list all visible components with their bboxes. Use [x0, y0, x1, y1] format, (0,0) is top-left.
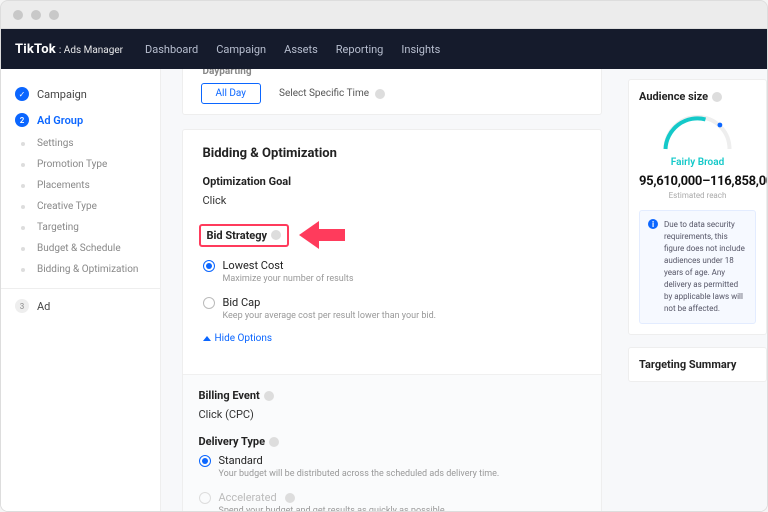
help-icon — [712, 92, 722, 102]
radio-checked-icon — [199, 455, 211, 467]
dayparting-all-day[interactable]: All Day — [201, 83, 262, 104]
top-navbar: TikTok: Ads Manager Dashboard Campaign A… — [1, 29, 767, 69]
help-icon — [271, 230, 281, 240]
sidebar-sub-placements[interactable]: Placements — [1, 175, 160, 196]
campaign-sidebar: ✓ Campaign 2 Ad Group Settings Promotion… — [1, 69, 161, 511]
brand-sub: : Ads Manager — [59, 45, 123, 56]
window-dot — [31, 10, 41, 20]
sidebar-step-label: Campaign — [37, 88, 87, 101]
sidebar-sub-targeting[interactable]: Targeting — [1, 217, 160, 238]
dayparting-specific-time[interactable]: Select Specific Time — [279, 88, 385, 99]
brand: TikTok: Ads Manager — [15, 42, 123, 57]
chevron-up-icon — [203, 336, 211, 341]
radio-unchecked-icon — [203, 297, 215, 309]
hide-options-link[interactable]: Hide Options — [203, 333, 581, 344]
window-titlebar — [1, 1, 767, 29]
window-dot — [49, 10, 59, 20]
sidebar-sub-settings[interactable]: Settings — [1, 133, 160, 154]
audience-card: Audience size Fairly Broad 95,610,000–11… — [628, 79, 767, 335]
nav-insights[interactable]: Insights — [401, 43, 440, 56]
dayparting-options: All Day Select Specific Time — [183, 83, 601, 104]
right-column: Audience size Fairly Broad 95,610,000–11… — [622, 69, 767, 511]
nav-reporting[interactable]: Reporting — [336, 43, 384, 56]
help-icon — [264, 391, 274, 401]
browser-window: TikTok: Ads Manager Dashboard Campaign A… — [0, 0, 768, 512]
audience-title: Audience size — [639, 90, 756, 103]
audience-gauge — [639, 113, 756, 153]
sidebar-sub-creative-type[interactable]: Creative Type — [1, 196, 160, 217]
billing-delivery-inset: Billing Event Click (CPC) Delivery Type … — [183, 374, 601, 511]
app-root: TikTok: Ads Manager Dashboard Campaign A… — [1, 29, 767, 511]
dayparting-card: Dayparting All Day Select Specific Time — [182, 69, 602, 115]
optimization-goal-value: Click — [203, 194, 581, 207]
step-3-icon: 3 — [15, 299, 29, 313]
radio-checked-icon — [203, 260, 215, 272]
radio-bid-cap[interactable]: Bid Cap — [203, 296, 581, 309]
bid-strategy-label-box: Bid Strategy — [199, 224, 290, 247]
accelerated-label: Accelerated — [219, 491, 277, 504]
bid-cap-sub: Keep your average cost per result lower … — [223, 311, 581, 321]
sidebar-step-campaign[interactable]: ✓ Campaign — [1, 81, 160, 107]
brand-name: TikTok — [15, 42, 56, 57]
bid-strategy-highlight: Bid Strategy — [199, 221, 585, 249]
sidebar-sub-bidding[interactable]: Bidding & Optimization — [1, 259, 160, 280]
bidding-title: Bidding & Optimization — [203, 146, 581, 161]
audience-note-text: Due to data security requirements, this … — [664, 219, 747, 315]
accelerated-sub: Spend your budget and get results as qui… — [219, 506, 585, 511]
sidebar-sub-promotion-type[interactable]: Promotion Type — [1, 154, 160, 175]
radio-accelerated: Accelerated — [199, 491, 585, 504]
radio-standard[interactable]: Standard — [199, 454, 585, 467]
billing-event-label: Billing Event — [199, 389, 585, 402]
nav-campaign[interactable]: Campaign — [216, 43, 266, 56]
highlight-arrow-icon — [297, 221, 345, 249]
help-icon — [269, 437, 279, 447]
radio-disabled-icon — [199, 492, 211, 504]
nav-dashboard[interactable]: Dashboard — [145, 43, 198, 56]
delivery-type-label: Delivery Type — [199, 435, 585, 448]
main-column: Dayparting All Day Select Specific Time … — [161, 69, 622, 511]
standard-label: Standard — [219, 454, 263, 467]
info-icon: i — [648, 219, 658, 229]
help-icon — [285, 493, 295, 503]
targeting-summary-title: Targeting Summary — [639, 358, 756, 371]
targeting-summary-card[interactable]: Targeting Summary — [628, 347, 767, 382]
sidebar-sub-budget-schedule[interactable]: Budget & Schedule — [1, 238, 160, 259]
audience-sub: Estimated reach — [639, 191, 756, 200]
sidebar-step-ad[interactable]: 3 Ad — [1, 288, 160, 319]
radio-lowest-cost[interactable]: Lowest Cost — [203, 259, 581, 272]
optimization-goal-label: Optimization Goal — [203, 175, 581, 188]
lowest-cost-sub: Maximize your number of results — [223, 274, 581, 284]
audience-count: 95,610,000–116,858,000 — [639, 174, 756, 189]
dayparting-specific-label: Select Specific Time — [279, 88, 369, 99]
bid-cap-label: Bid Cap — [223, 296, 261, 309]
step-2-icon: 2 — [15, 113, 29, 127]
top-nav-links: Dashboard Campaign Assets Reporting Insi… — [145, 43, 440, 56]
audience-band: Fairly Broad — [639, 157, 756, 168]
bid-strategy-label: Bid Strategy — [207, 229, 268, 242]
check-icon: ✓ — [15, 87, 29, 101]
nav-assets[interactable]: Assets — [284, 43, 318, 56]
bidding-card: Bidding & Optimization Optimization Goal… — [182, 129, 602, 511]
app-body: ✓ Campaign 2 Ad Group Settings Promotion… — [1, 69, 767, 511]
standard-sub: Your budget will be distributed across t… — [219, 469, 585, 479]
sidebar-step-label: Ad Group — [37, 114, 83, 127]
lowest-cost-label: Lowest Cost — [223, 259, 284, 272]
window-dot — [13, 10, 23, 20]
billing-event-value: Click (CPC) — [199, 408, 585, 421]
dayparting-heading: Dayparting — [183, 69, 601, 83]
audience-note: i Due to data security requirements, thi… — [639, 210, 756, 324]
sidebar-step-label: Ad — [37, 300, 50, 313]
help-icon — [375, 89, 385, 99]
sidebar-step-adgroup[interactable]: 2 Ad Group — [1, 107, 160, 133]
